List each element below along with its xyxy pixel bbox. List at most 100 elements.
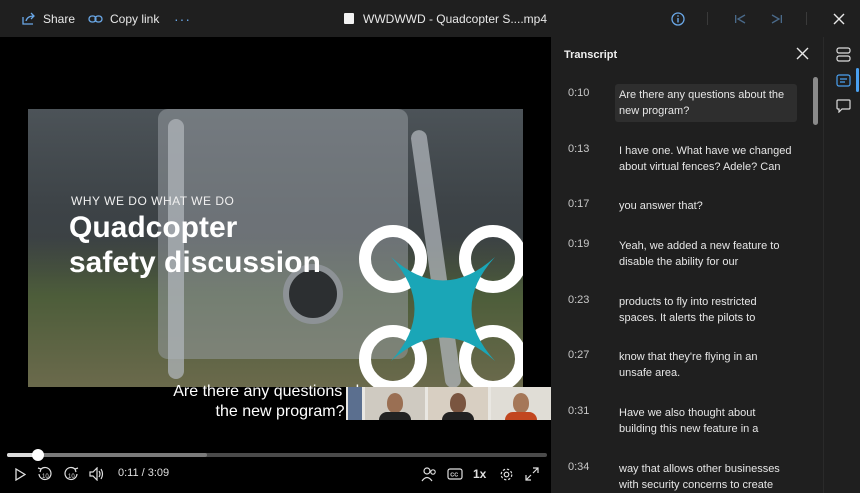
participant-face [450,393,466,413]
more-options-button[interactable]: ··· [174,0,191,37]
transcript-line: you answer that? [619,200,703,212]
top-toolbar: Share Copy link ··· WWDWWD - Quadcopter … [0,0,860,37]
seek-bar[interactable] [7,449,547,461]
participant-shirt [379,412,411,420]
transcript-timestamp[interactable]: 0:31 [568,405,589,417]
participant-face [387,393,403,413]
transcript-text: know that they're flying in an unsafe ar… [615,346,797,384]
transcript-line: I have one. What have we changed [619,145,792,157]
file-icon [344,13,354,24]
participants-button[interactable] [420,465,438,483]
share-button[interactable]: Share [22,0,75,37]
close-viewer-button[interactable] [830,10,847,27]
video-title: Quadcopter safety discussion [69,210,321,280]
transcript-line: spaces. It alerts the pilots to [619,312,756,324]
link-icon [88,14,103,23]
copy-link-label: Copy link [110,11,160,26]
logo-star [391,257,495,361]
transcript-line: disable the ability for our [619,256,739,268]
transcript-text: you answer that? [615,195,797,217]
seek-thumb[interactable] [32,449,45,461]
transcript-line: unsafe area. [619,367,681,379]
transcript-text: products to fly into restricted spaces. … [615,291,797,329]
chapters-button[interactable] [834,45,852,63]
transcript-timestamp[interactable]: 0:19 [568,238,589,250]
video-title-line: safety discussion [69,246,321,279]
close-transcript-button[interactable] [796,47,810,61]
participant-shirt [442,412,474,420]
share-icon [22,12,35,25]
transcript-line: way that allows other businesses [619,463,780,475]
close-icon [833,13,844,24]
captions-button[interactable]: CC [446,465,464,483]
transcript-line: about virtual fences? Adele? Can [619,161,781,173]
transcript-line: building this new feature in a [619,423,759,435]
transcript-timestamp[interactable]: 0:23 [568,294,589,306]
transcript-text: I have one. What have we changed about v… [615,140,797,178]
participant-face [513,393,529,413]
transcript-timestamp[interactable]: 0:27 [568,349,589,361]
transcript-toggle-button[interactable] [834,71,852,89]
transcript-line: Have we also thought about [619,407,756,419]
volume-button[interactable] [88,465,106,483]
side-rail [823,37,860,493]
file-title: WWDWWD - Quadcopter S....mp4 [344,0,547,37]
copy-link-button[interactable]: Copy link [88,0,159,37]
fullscreen-icon [525,467,539,481]
transcript-icon [835,73,851,87]
skip-forward-label: 10 [68,474,75,480]
playback-speed-button[interactable]: 1x [473,467,486,481]
previous-icon [734,13,745,24]
fullscreen-button[interactable] [523,465,541,483]
comment-icon [835,99,851,113]
transcript-timestamp[interactable]: 0:10 [568,87,589,99]
toolbar-divider [806,12,807,25]
play-icon [15,467,26,481]
active-indicator [856,68,859,92]
transcript-timestamp[interactable]: 0:34 [568,461,589,473]
play-button[interactable] [12,465,28,483]
comments-button[interactable] [834,97,852,115]
transcript-text: Are there any questions about the new pr… [615,84,797,122]
share-label: Share [43,11,76,26]
playback-time: 0:11 / 3:09 [118,467,170,479]
next-icon [771,13,782,24]
participant-video [348,387,362,420]
skip-back-button[interactable]: 10 [36,465,54,483]
captions-icon: CC [447,468,463,480]
skip-forward-button[interactable]: 10 [62,465,80,483]
transcript-text: way that allows other businesses with se… [615,458,797,493]
transcript-panel: Transcript 0:10 Are there any questions … [551,37,823,493]
video-frame: WHY WE DO WHAT WE DO Quadcopter safety d… [28,109,523,387]
video-title-line: Quadcopter [69,211,238,244]
transcript-title: Transcript [564,49,618,61]
participant-video [428,387,488,420]
transcript-line: new program? [619,105,690,117]
transcript-scrollbar[interactable] [813,77,818,125]
settings-button[interactable] [497,465,515,483]
transcript-line: with security concerns to create [619,479,774,491]
transcript-timestamp[interactable]: 0:17 [568,198,589,210]
participant-shirt [505,412,537,420]
info-button[interactable] [669,10,686,27]
previous-button[interactable] [731,10,748,27]
transcript-text: Yeah, we added a new feature to disable … [615,235,797,273]
more-horizontal-icon: ··· [174,10,191,27]
close-icon [796,47,809,60]
chapters-icon [835,46,851,62]
participant-strip [346,387,551,420]
info-icon [670,11,685,26]
transcript-line: Yeah, we added a new feature to [619,240,780,252]
gear-icon [500,468,512,480]
video-player[interactable]: WHY WE DO WHAT WE DO Quadcopter safety d… [0,37,551,493]
transcript-line: products to fly into restricted [619,296,757,308]
participant-video [491,387,551,420]
skip-forward-icon: 10 [64,466,79,481]
transcript-timestamp[interactable]: 0:13 [568,143,589,155]
skip-back-icon: 10 [37,466,52,481]
next-button[interactable] [768,10,785,27]
people-icon [421,466,436,481]
skip-back-label: 10 [42,474,49,480]
captions-label: CC [450,472,458,478]
video-kicker: WHY WE DO WHAT WE DO [71,194,235,208]
